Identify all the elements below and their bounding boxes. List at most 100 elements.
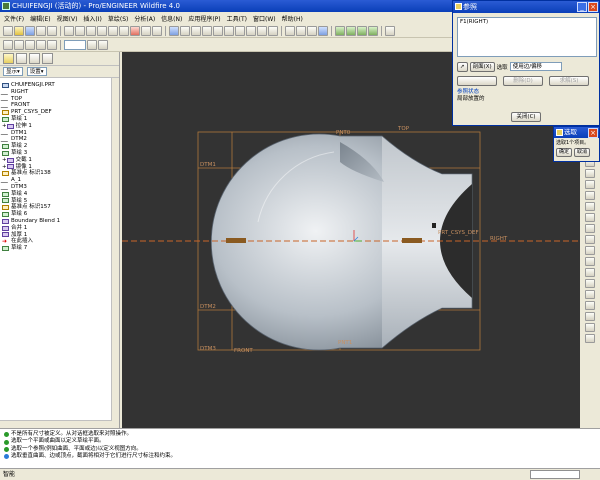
use-edge-icon[interactable]	[585, 235, 595, 244]
circle-tool-icon[interactable]	[585, 180, 595, 189]
menu-help[interactable]: 帮助(H)	[282, 14, 303, 23]
open-file-icon[interactable]	[14, 25, 24, 36]
select-cancel-button[interactable]: 取消	[574, 148, 591, 157]
select-box-icon[interactable]	[152, 25, 162, 36]
print-icon[interactable]	[36, 25, 46, 36]
settings-dropdown[interactable]: 设置▾	[26, 67, 47, 76]
datum-point-tool-icon[interactable]	[36, 39, 46, 50]
undo-icon[interactable]	[64, 25, 74, 36]
save-icon[interactable]	[25, 25, 35, 36]
datum-plane-tool-icon[interactable]	[14, 39, 24, 50]
delete-button[interactable]: 删除(D)	[503, 76, 543, 86]
filter-select[interactable]: 使用边/偏移	[509, 62, 562, 71]
favorites-tab-icon[interactable]	[29, 53, 40, 64]
redo-icon[interactable]	[75, 25, 85, 36]
wireframe-icon[interactable]	[285, 25, 295, 36]
tree-item-sketch2[interactable]: 草绘 2	[2, 143, 117, 150]
context-help-icon[interactable]	[385, 25, 395, 36]
menu-window[interactable]: 窗口(W)	[253, 14, 276, 23]
tree-item-front[interactable]: FRONT	[0, 102, 117, 109]
zoom-out-icon[interactable]	[213, 25, 223, 36]
tree-vertical-scrollbar[interactable]	[111, 78, 119, 428]
spline-tool-icon[interactable]	[585, 213, 595, 222]
dimension-tool-icon[interactable]	[585, 246, 595, 255]
tree-item-sketch6[interactable]: 草绘 6	[2, 211, 117, 218]
tree-item-sketch1[interactable]: 草绘 1	[2, 116, 117, 123]
analysis-tool-icon[interactable]	[98, 39, 108, 50]
trim-tool-icon[interactable]	[585, 301, 595, 310]
tree-item-point138[interactable]: 基准点 标识138	[2, 170, 117, 177]
tree-item-dtm1[interactable]: DTM1	[0, 130, 117, 137]
references-close-button[interactable]: 关闭(C)	[511, 112, 541, 122]
datum-planes-toggle-icon[interactable]	[335, 25, 345, 36]
orient-mode-icon[interactable]	[191, 25, 201, 36]
reference-item[interactable]: F1(RIGHT)	[460, 19, 594, 25]
new-file-icon[interactable]	[3, 25, 13, 36]
arc-tool-icon[interactable]	[585, 191, 595, 200]
blower-model[interactable]	[210, 133, 473, 351]
tree-item-sketch7[interactable]: 草绘 7	[2, 245, 117, 252]
csys-marker-left[interactable]	[226, 238, 246, 243]
tree-item-merge1[interactable]: 合并 1	[2, 225, 117, 232]
refit-icon[interactable]	[224, 25, 234, 36]
pnt1-marker[interactable]	[432, 223, 436, 228]
quit-sketch-icon[interactable]	[585, 334, 595, 343]
text-tool-icon[interactable]	[585, 279, 595, 288]
modify-tool-icon[interactable]	[585, 257, 595, 266]
menu-analysis[interactable]: 分析(A)	[134, 14, 155, 23]
zoom-in-icon[interactable]	[202, 25, 212, 36]
find-icon[interactable]	[141, 25, 151, 36]
tree-item-right[interactable]: RIGHT	[0, 89, 117, 96]
tree-horizontal-scrollbar[interactable]	[0, 420, 112, 428]
regenerate-icon[interactable]	[130, 25, 140, 36]
menu-view[interactable]: 视图(V)	[57, 14, 78, 23]
paste-icon[interactable]	[108, 25, 118, 36]
menu-file[interactable]: 文件(F)	[4, 14, 24, 23]
spin-center-icon[interactable]	[180, 25, 190, 36]
paste-special-icon[interactable]	[119, 25, 129, 36]
pick-arrow-button[interactable]: ➚	[457, 61, 468, 72]
rectangle-tool-icon[interactable]	[585, 169, 595, 178]
mirror-tool-icon[interactable]	[585, 312, 595, 321]
csys-tool-icon[interactable]	[47, 39, 57, 50]
shading-icon[interactable]	[318, 25, 328, 36]
dialog-close-button[interactable]: ×	[588, 2, 598, 12]
menu-edit[interactable]: 编辑(E)	[30, 14, 50, 23]
curve-tool-icon[interactable]	[87, 39, 97, 50]
tree-item-sketch4[interactable]: 草绘 4	[2, 191, 117, 198]
tree-item-csys[interactable]: PRT_CSYS_DEF	[2, 109, 117, 116]
fillet-tool-icon[interactable]	[585, 202, 595, 211]
done-sketch-icon[interactable]	[585, 323, 595, 332]
point-tool-icon[interactable]	[585, 224, 595, 233]
menu-info[interactable]: 信息(N)	[161, 14, 182, 23]
datum-axes-toggle-icon[interactable]	[346, 25, 356, 36]
folder-browser-tab-icon[interactable]	[16, 53, 27, 64]
selection-filter-box[interactable]	[530, 470, 580, 479]
tree-item-top[interactable]: TOP	[0, 96, 117, 103]
tree-item-part[interactable]: CHUIFENGJI.PRT	[2, 82, 117, 89]
filter-dropdown[interactable]	[64, 39, 86, 50]
section-button[interactable]: 剖面(X)	[469, 61, 495, 72]
constraint-tool-icon[interactable]	[585, 268, 595, 277]
repaint-icon[interactable]	[169, 25, 179, 36]
menu-applications[interactable]: 应用程序(P)	[188, 14, 220, 23]
no-hidden-icon[interactable]	[307, 25, 317, 36]
tree-item-intersect1[interactable]: + 交截 1	[2, 157, 117, 164]
select-close-button[interactable]: ×	[588, 128, 598, 138]
dialog-minimize-button[interactable]: _	[577, 2, 587, 12]
datum-points-toggle-icon[interactable]	[357, 25, 367, 36]
tree-item-axis1[interactable]: A_1	[0, 177, 117, 184]
model-tree-tab-icon[interactable]	[3, 53, 14, 64]
tree-item-extrude1[interactable]: + 拉伸 1	[2, 123, 117, 130]
datum-axis-tool-icon[interactable]	[25, 39, 35, 50]
saved-views-icon[interactable]	[246, 25, 256, 36]
menu-insert[interactable]: 插入(I)	[83, 14, 101, 23]
connections-tab-icon[interactable]	[42, 53, 53, 64]
menu-sketch[interactable]: 草绘(S)	[108, 14, 129, 23]
select-ok-button[interactable]: 确定	[556, 148, 573, 157]
reorient-icon[interactable]	[235, 25, 245, 36]
menu-tools[interactable]: 工具(T)	[227, 14, 247, 23]
tree-item-dtm3[interactable]: DTM3	[0, 184, 117, 191]
tree-item-boundary-blend1[interactable]: Boundary Blend 1	[2, 218, 117, 225]
show-dropdown[interactable]: 显示▾	[3, 67, 23, 76]
